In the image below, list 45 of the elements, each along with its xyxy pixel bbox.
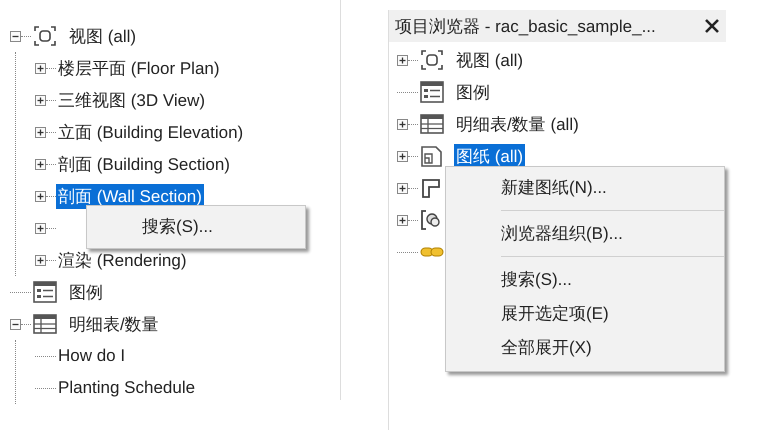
menu-item[interactable]: 搜索(S)... <box>446 263 724 297</box>
menu-item[interactable]: 全部展开(X) <box>446 331 724 365</box>
table-icon <box>420 113 444 135</box>
tree-item[interactable]: 图例 <box>454 80 492 104</box>
tree-item[interactable]: 立面 (Building Elevation) <box>56 120 246 144</box>
tree-item[interactable]: 明细表/数量 <box>67 312 161 336</box>
menu-item[interactable]: 浏览器组织(B)... <box>446 217 724 251</box>
close-icon[interactable] <box>704 18 720 34</box>
table-icon <box>33 313 57 335</box>
expander-icon[interactable] <box>397 54 408 66</box>
expander-icon[interactable] <box>397 118 408 130</box>
tree-item[interactable]: 明细表/数量 (all) <box>454 112 581 136</box>
sheet-icon <box>420 145 444 167</box>
expander-icon[interactable] <box>35 190 46 202</box>
tree-item[interactable]: 视图 (all) <box>454 48 526 72</box>
tree-item[interactable]: Planting Schedule <box>56 377 198 399</box>
expander-icon[interactable] <box>397 150 408 162</box>
menu-item[interactable]: 新建图纸(N)... <box>446 171 724 205</box>
expander-icon[interactable] <box>10 30 21 42</box>
tree-item[interactable]: 渲染 (Rendering) <box>56 248 188 272</box>
expander-icon[interactable] <box>35 222 46 234</box>
legend-icon <box>420 81 444 103</box>
tree-item[interactable]: 图纸 (all) <box>454 144 526 168</box>
tree-item[interactable]: 剖面 (Wall Section) <box>56 184 204 208</box>
view-frame-icon <box>33 25 57 47</box>
tree-item[interactable]: 三维视图 (3D View) <box>56 88 208 112</box>
tree-item[interactable]: 图例 <box>67 280 105 304</box>
expander-icon[interactable] <box>35 126 46 138</box>
tree-item[interactable]: 楼层平面 (Floor Plan) <box>56 56 222 80</box>
tree-item[interactable]: How do I <box>56 345 128 367</box>
view-frame-icon <box>420 49 444 71</box>
legend-icon <box>33 281 57 303</box>
expander-icon[interactable] <box>35 94 46 106</box>
panel-title: 项目浏览器 - rac_basic_sample_... <box>395 16 656 38</box>
menu-item[interactable]: 搜索(S)... <box>87 210 305 244</box>
expander-icon[interactable] <box>397 182 408 194</box>
tree-item[interactable]: 视图 (all) <box>67 24 138 48</box>
expander-icon[interactable] <box>35 158 46 170</box>
tree-item[interactable]: 剖面 (Building Section) <box>56 152 232 176</box>
expander-icon[interactable] <box>10 318 21 330</box>
menu-item[interactable]: 展开选定项(E) <box>446 297 724 331</box>
expander-icon[interactable] <box>35 254 46 266</box>
expander-icon[interactable] <box>397 214 408 226</box>
link-icon <box>420 246 444 258</box>
expander-icon[interactable] <box>35 62 46 74</box>
